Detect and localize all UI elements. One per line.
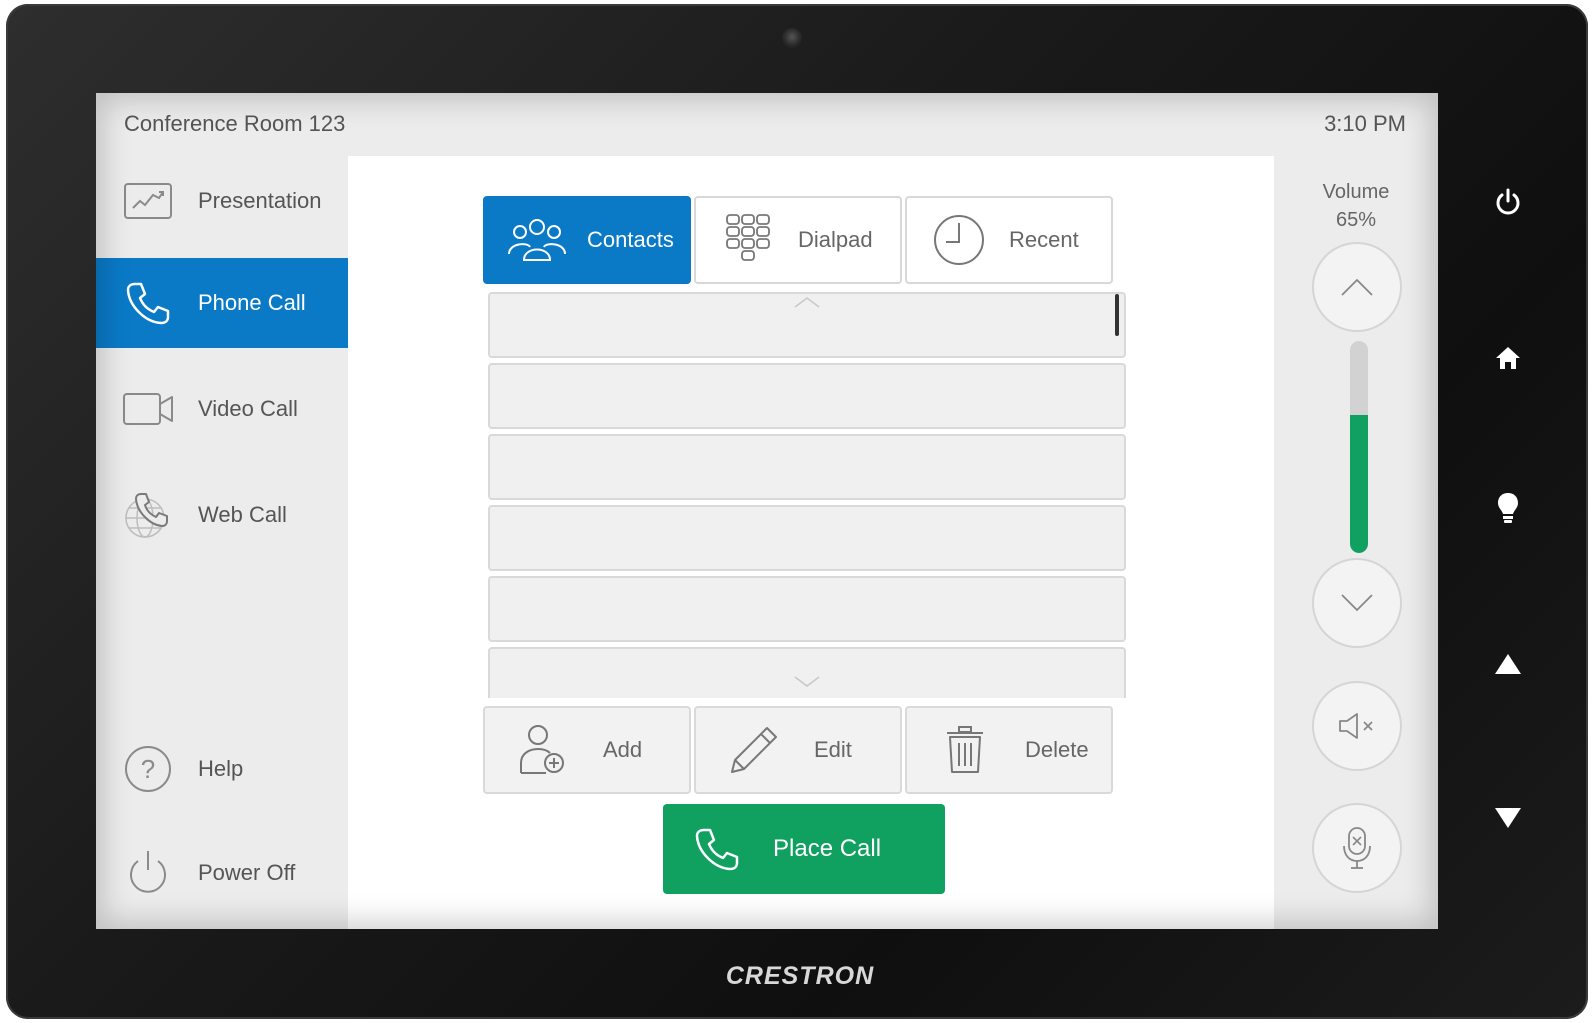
sidebar-item-web-call[interactable]: Web Call: [96, 470, 348, 560]
place-call-button[interactable]: Place Call: [663, 804, 945, 894]
sidebar-item-label: Presentation: [198, 188, 322, 213]
add-button[interactable]: Add: [483, 706, 691, 794]
list-scrollbar[interactable]: [1115, 294, 1119, 336]
volume-panel: Volume 65%: [1274, 156, 1438, 929]
lightbulb-icon: [1498, 493, 1518, 523]
add-contact-icon: [513, 720, 573, 780]
sidebar-item-power-off[interactable]: Power Off: [96, 828, 348, 918]
tab-label: Contacts: [587, 227, 674, 252]
tab-dialpad[interactable]: Dialpad: [694, 196, 902, 284]
sidebar-item-label: Phone Call: [198, 290, 306, 315]
sidebar-item-help[interactable]: ? Help: [96, 724, 348, 814]
volume-up-button[interactable]: [1312, 242, 1402, 332]
volume-level-text: 65%: [1335, 209, 1377, 231]
down-triangle-icon: [1495, 808, 1521, 828]
contacts-icon: [505, 212, 569, 268]
volume-label: Volume 65%: [1274, 178, 1438, 234]
edit-button[interactable]: Edit: [694, 706, 902, 794]
delete-button[interactable]: Delete: [905, 706, 1113, 794]
room-name: Conference Room 123: [124, 111, 346, 136]
mute-microphone-button[interactable]: [1312, 803, 1402, 893]
sidebar-item-label: Help: [198, 756, 244, 781]
hardware-up-button[interactable]: [1490, 646, 1526, 682]
home-icon: [1496, 347, 1520, 369]
list-item[interactable]: [488, 647, 1126, 698]
chevron-up-icon: [1341, 278, 1373, 296]
phone-icon: [689, 821, 745, 877]
sidebar-item-presentation[interactable]: Presentation: [96, 156, 348, 246]
camera-icon: [782, 28, 802, 48]
volume-level-fill: [1350, 415, 1368, 553]
header-bar: Conference Room 123 3:10 PM: [96, 93, 1438, 156]
action-label: Edit: [814, 737, 852, 762]
sidebar-item-phone-call[interactable]: Phone Call: [96, 258, 348, 348]
power-icon: [122, 847, 174, 899]
up-triangle-icon: [1495, 654, 1521, 674]
hardware-light-button[interactable]: [1490, 490, 1526, 526]
tab-label: Dialpad: [798, 227, 873, 252]
scroll-down-chevron-icon: [794, 676, 820, 687]
sidebar-item-label: Power Off: [198, 860, 296, 885]
action-label: Add: [603, 737, 643, 762]
mute-speaker-button[interactable]: [1312, 681, 1402, 771]
sidebar-item-label: Web Call: [198, 502, 287, 527]
scroll-up-chevron-icon: [794, 297, 820, 308]
hardware-home-button[interactable]: [1490, 340, 1526, 376]
trash-icon: [935, 720, 995, 780]
dialpad-icon: [716, 212, 780, 268]
web-call-icon: [122, 489, 174, 541]
place-call-label: Place Call: [773, 835, 882, 862]
help-icon: ?: [122, 743, 174, 795]
chevron-down-icon: [1341, 594, 1373, 612]
clock-icon: [927, 212, 991, 268]
list-item[interactable]: [488, 576, 1126, 642]
phone-icon: [122, 277, 174, 329]
video-camera-icon: [122, 383, 174, 435]
touch-screen: Conference Room 123 3:10 PM Presentation…: [96, 93, 1438, 929]
volume-title: Volume: [1322, 181, 1390, 203]
speaker-mute-icon: [1339, 713, 1373, 739]
action-label: Delete: [1025, 737, 1089, 762]
clock-time: 3:10 PM: [1324, 111, 1406, 136]
hardware-down-button[interactable]: [1490, 800, 1526, 836]
brand-logo: CRESTRON: [725, 962, 875, 990]
power-icon: [1496, 188, 1520, 215]
hardware-power-button[interactable]: [1490, 184, 1526, 220]
pencil-icon: [724, 720, 784, 780]
microphone-mute-icon: [1343, 827, 1371, 869]
list-item[interactable]: [488, 434, 1126, 500]
volume-down-button[interactable]: [1312, 558, 1402, 648]
tab-label: Recent: [1009, 227, 1079, 252]
list-item[interactable]: [488, 363, 1126, 429]
contacts-list[interactable]: [488, 292, 1126, 698]
main-content: Contacts Dialpad Recent Add Edit Delete …: [348, 156, 1274, 929]
volume-slider[interactable]: [1350, 341, 1368, 553]
tab-recent[interactable]: Recent: [905, 196, 1113, 284]
presentation-icon: [122, 175, 174, 227]
sidebar-item-video-call[interactable]: Video Call: [96, 364, 348, 454]
svg-text:?: ?: [141, 754, 155, 784]
sidebar: Presentation Phone Call Video Call Web C…: [96, 156, 348, 929]
sidebar-item-label: Video Call: [198, 396, 298, 421]
tab-contacts[interactable]: Contacts: [483, 196, 691, 284]
list-item[interactable]: [488, 505, 1126, 571]
